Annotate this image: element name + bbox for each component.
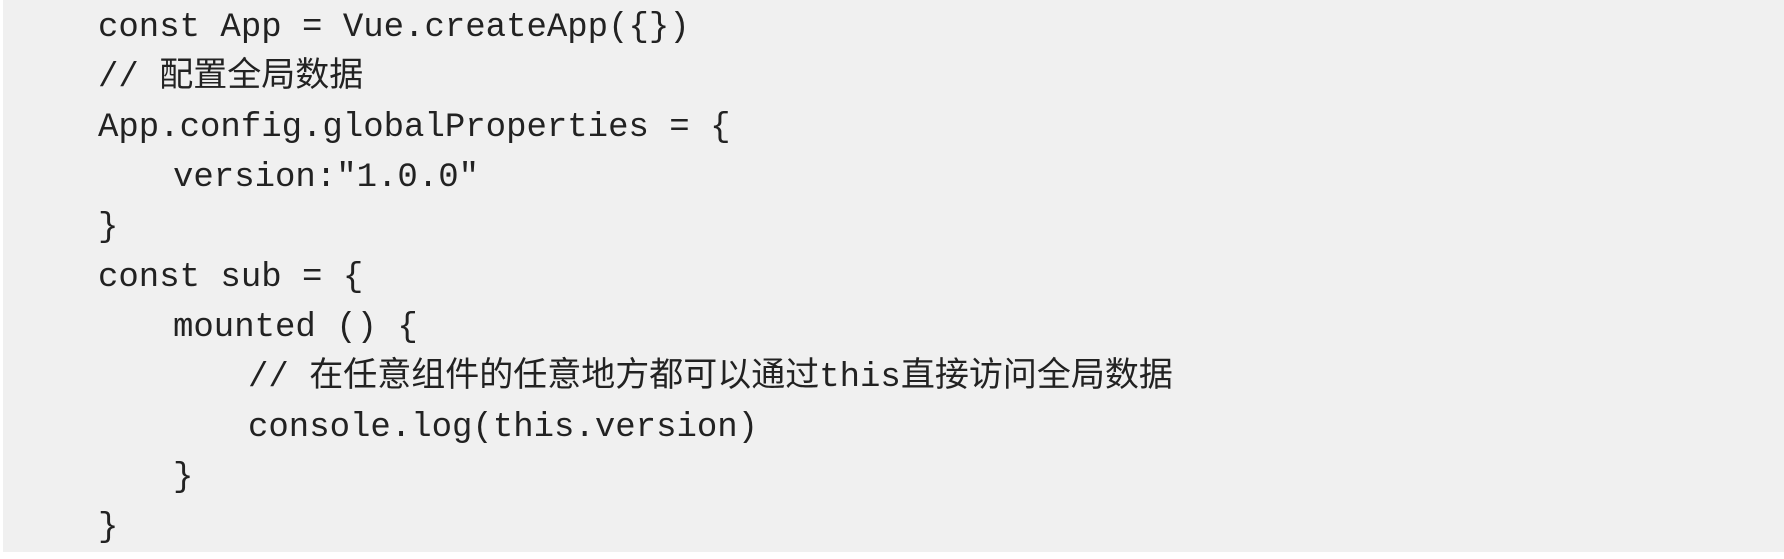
code-line-console-log: console.log(this.version) [248,409,759,447]
code-line-create-app: const App = Vue.createApp({}) [98,9,690,47]
code-comment-config-global: // 配置全局数据 [98,59,364,97]
code-line-const-sub: const sub = { [98,259,364,297]
code-line-version: version:"1.0.0" [173,159,480,197]
code-line-close-brace: } [98,209,119,247]
code-line-mounted: mounted () { [173,309,418,347]
code-block: const App = Vue.createApp({}) // 配置全局数据 … [3,0,1784,552]
code-comment-access-global: // 在任意组件的任意地方都可以通过this直接访问全局数据 [248,359,1173,397]
code-line-close-mounted: } [173,459,194,497]
code-line-global-properties: App.config.globalProperties = { [98,109,731,147]
